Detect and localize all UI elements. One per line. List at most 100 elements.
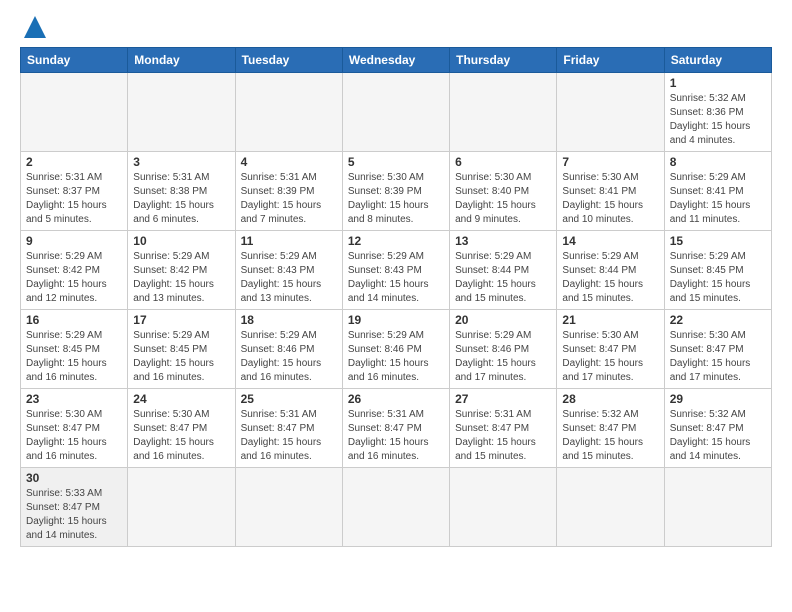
day-number: 16 (26, 313, 122, 327)
calendar-cell: 18 Sunrise: 5:29 AM Sunset: 8:46 PM Dayli… (235, 310, 342, 389)
logo-icon (24, 16, 46, 38)
calendar-cell: 13 Sunrise: 5:29 AM Sunset: 8:44 PM Dayli… (450, 231, 557, 310)
page-header (20, 16, 772, 39)
day-number: 22 (670, 313, 766, 327)
day-info: Sunrise: 5:29 AM Sunset: 8:41 PM Dayligh… (670, 171, 766, 227)
day-number: 18 (241, 313, 337, 327)
calendar-cell (557, 73, 664, 152)
calendar-cell: 24 Sunrise: 5:30 AM Sunset: 8:47 PM Dayli… (128, 389, 235, 468)
day-number: 17 (133, 313, 229, 327)
day-info: Sunrise: 5:29 AM Sunset: 8:44 PM Dayligh… (455, 250, 551, 306)
day-number: 6 (455, 155, 551, 169)
calendar-week-row: 2 Sunrise: 5:31 AM Sunset: 8:37 PM Daylig… (21, 152, 772, 231)
calendar-cell (342, 468, 449, 547)
day-number: 14 (562, 234, 658, 248)
day-header-tuesday: Tuesday (235, 48, 342, 73)
day-info: Sunrise: 5:31 AM Sunset: 8:47 PM Dayligh… (241, 408, 337, 464)
day-info: Sunrise: 5:30 AM Sunset: 8:47 PM Dayligh… (670, 329, 766, 385)
calendar-cell: 1 Sunrise: 5:32 AM Sunset: 8:36 PM Daylig… (664, 73, 771, 152)
day-info: Sunrise: 5:30 AM Sunset: 8:47 PM Dayligh… (26, 408, 122, 464)
calendar-cell: 30 Sunrise: 5:33 AM Sunset: 8:47 PM Dayli… (21, 468, 128, 547)
calendar-cell: 15Sunrise: 5:29 AM Sunset: 8:45 PM Dayli… (664, 231, 771, 310)
calendar-week-row: 9 Sunrise: 5:29 AM Sunset: 8:42 PM Daylig… (21, 231, 772, 310)
calendar-cell: 25Sunrise: 5:31 AM Sunset: 8:47 PM Dayli… (235, 389, 342, 468)
day-header-wednesday: Wednesday (342, 48, 449, 73)
calendar-cell: 5 Sunrise: 5:30 AM Sunset: 8:39 PM Daylig… (342, 152, 449, 231)
day-info: Sunrise: 5:31 AM Sunset: 8:39 PM Dayligh… (241, 171, 337, 227)
day-info: Sunrise: 5:30 AM Sunset: 8:39 PM Dayligh… (348, 171, 444, 227)
calendar-cell: 2 Sunrise: 5:31 AM Sunset: 8:37 PM Daylig… (21, 152, 128, 231)
calendar-cell (450, 468, 557, 547)
day-header-monday: Monday (128, 48, 235, 73)
day-number: 29 (670, 392, 766, 406)
day-number: 5 (348, 155, 444, 169)
day-number: 12 (348, 234, 444, 248)
calendar-cell: 3Sunrise: 5:31 AM Sunset: 8:38 PM Daylig… (128, 152, 235, 231)
day-info: Sunrise: 5:29 AM Sunset: 8:46 PM Dayligh… (241, 329, 337, 385)
calendar-cell: 6Sunrise: 5:30 AM Sunset: 8:40 PM Daylig… (450, 152, 557, 231)
day-info: Sunrise: 5:31 AM Sunset: 8:47 PM Dayligh… (455, 408, 551, 464)
calendar-cell: 29 Sunrise: 5:32 AM Sunset: 8:47 PM Dayli… (664, 389, 771, 468)
calendar-cell: 20 Sunrise: 5:29 AM Sunset: 8:46 PM Dayli… (450, 310, 557, 389)
calendar-week-row: 16 Sunrise: 5:29 AM Sunset: 8:45 PM Dayli… (21, 310, 772, 389)
day-info: Sunrise: 5:32 AM Sunset: 8:36 PM Dayligh… (670, 92, 766, 148)
day-number: 19 (348, 313, 444, 327)
calendar-cell: 27 Sunrise: 5:31 AM Sunset: 8:47 PM Dayli… (450, 389, 557, 468)
day-number: 24 (133, 392, 229, 406)
day-number: 27 (455, 392, 551, 406)
day-number: 10 (133, 234, 229, 248)
day-info: Sunrise: 5:29 AM Sunset: 8:42 PM Dayligh… (133, 250, 229, 306)
day-header-friday: Friday (557, 48, 664, 73)
calendar-cell (128, 73, 235, 152)
calendar-cell: 26Sunrise: 5:31 AM Sunset: 8:47 PM Dayli… (342, 389, 449, 468)
day-info: Sunrise: 5:30 AM Sunset: 8:47 PM Dayligh… (562, 329, 658, 385)
day-info: Sunrise: 5:29 AM Sunset: 8:42 PM Dayligh… (26, 250, 122, 306)
calendar-cell (557, 468, 664, 547)
calendar-cell (235, 73, 342, 152)
day-info: Sunrise: 5:29 AM Sunset: 8:44 PM Dayligh… (562, 250, 658, 306)
day-number: 4 (241, 155, 337, 169)
day-number: 2 (26, 155, 122, 169)
day-info: Sunrise: 5:31 AM Sunset: 8:47 PM Dayligh… (348, 408, 444, 464)
calendar-cell (235, 468, 342, 547)
calendar-table: SundayMondayTuesdayWednesdayThursdayFrid… (20, 47, 772, 547)
calendar-cell: 8 Sunrise: 5:29 AM Sunset: 8:41 PM Daylig… (664, 152, 771, 231)
calendar-cell: 21 Sunrise: 5:30 AM Sunset: 8:47 PM Dayli… (557, 310, 664, 389)
calendar-week-row: 23 Sunrise: 5:30 AM Sunset: 8:47 PM Dayli… (21, 389, 772, 468)
day-number: 13 (455, 234, 551, 248)
calendar-cell: 16 Sunrise: 5:29 AM Sunset: 8:45 PM Dayli… (21, 310, 128, 389)
calendar-cell: 9 Sunrise: 5:29 AM Sunset: 8:42 PM Daylig… (21, 231, 128, 310)
day-info: Sunrise: 5:29 AM Sunset: 8:43 PM Dayligh… (348, 250, 444, 306)
calendar-cell: 22 Sunrise: 5:30 AM Sunset: 8:47 PM Dayli… (664, 310, 771, 389)
day-number: 9 (26, 234, 122, 248)
day-info: Sunrise: 5:30 AM Sunset: 8:41 PM Dayligh… (562, 171, 658, 227)
day-info: Sunrise: 5:29 AM Sunset: 8:45 PM Dayligh… (133, 329, 229, 385)
calendar-cell: 17 Sunrise: 5:29 AM Sunset: 8:45 PM Dayli… (128, 310, 235, 389)
day-info: Sunrise: 5:32 AM Sunset: 8:47 PM Dayligh… (562, 408, 658, 464)
calendar-cell (450, 73, 557, 152)
logo (20, 16, 46, 39)
calendar-cell: 10 Sunrise: 5:29 AM Sunset: 8:42 PM Dayli… (128, 231, 235, 310)
day-number: 20 (455, 313, 551, 327)
day-info: Sunrise: 5:33 AM Sunset: 8:47 PM Dayligh… (26, 487, 122, 543)
day-number: 1 (670, 76, 766, 90)
day-number: 30 (26, 471, 122, 485)
calendar-cell: 4 Sunrise: 5:31 AM Sunset: 8:39 PM Daylig… (235, 152, 342, 231)
day-info: Sunrise: 5:29 AM Sunset: 8:46 PM Dayligh… (455, 329, 551, 385)
calendar-cell (664, 468, 771, 547)
day-number: 8 (670, 155, 766, 169)
calendar-week-row: 1 Sunrise: 5:32 AM Sunset: 8:36 PM Daylig… (21, 73, 772, 152)
day-number: 15 (670, 234, 766, 248)
day-info: Sunrise: 5:30 AM Sunset: 8:47 PM Dayligh… (133, 408, 229, 464)
day-number: 23 (26, 392, 122, 406)
calendar-cell: 23 Sunrise: 5:30 AM Sunset: 8:47 PM Dayli… (21, 389, 128, 468)
day-info: Sunrise: 5:31 AM Sunset: 8:37 PM Dayligh… (26, 171, 122, 227)
day-info: Sunrise: 5:32 AM Sunset: 8:47 PM Dayligh… (670, 408, 766, 464)
day-number: 11 (241, 234, 337, 248)
day-header-saturday: Saturday (664, 48, 771, 73)
day-number: 21 (562, 313, 658, 327)
day-info: Sunrise: 5:29 AM Sunset: 8:45 PM Dayligh… (26, 329, 122, 385)
day-number: 7 (562, 155, 658, 169)
day-header-thursday: Thursday (450, 48, 557, 73)
calendar-cell: 12 Sunrise: 5:29 AM Sunset: 8:43 PM Dayli… (342, 231, 449, 310)
